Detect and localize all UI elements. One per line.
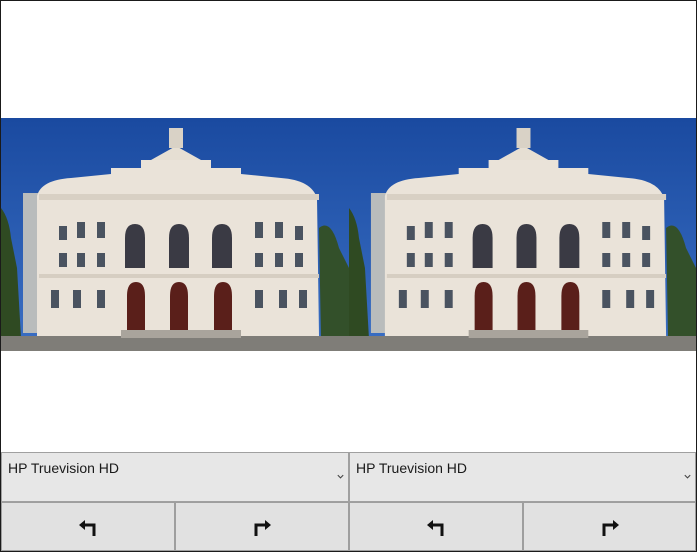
rotate-left-arrow-icon: [79, 519, 96, 536]
preview-area: [1, 1, 696, 452]
chevron-down-icon: [684, 474, 691, 479]
camera-frame-image: [1, 118, 349, 351]
rotate-right-button-camera-1[interactable]: [175, 502, 349, 551]
chevron-down-icon: [337, 474, 344, 479]
rotate-left-arrow-icon: [427, 519, 444, 536]
dual-camera-window: HP Truevision HD HP Truevision HD: [0, 0, 697, 552]
camera-frame-image: [349, 118, 696, 351]
camera-device-select-left[interactable]: HP Truevision HD: [1, 452, 349, 502]
camera-preview-left: [1, 118, 349, 351]
camera-preview-right: [349, 118, 696, 351]
rotate-right-arrow-icon: [254, 519, 271, 536]
rotate-right-arrow-icon: [602, 519, 619, 536]
rotate-right-button-camera-2[interactable]: [523, 502, 696, 551]
camera-device-label: HP Truevision HD: [356, 460, 468, 476]
camera-controls: HP Truevision HD HP Truevision HD: [1, 452, 696, 551]
camera-device-select-right[interactable]: HP Truevision HD: [349, 452, 696, 502]
rotate-left-button-camera-2[interactable]: [349, 502, 523, 551]
camera-device-label: HP Truevision HD: [8, 460, 120, 476]
rotate-left-button-camera-1[interactable]: [1, 502, 175, 551]
